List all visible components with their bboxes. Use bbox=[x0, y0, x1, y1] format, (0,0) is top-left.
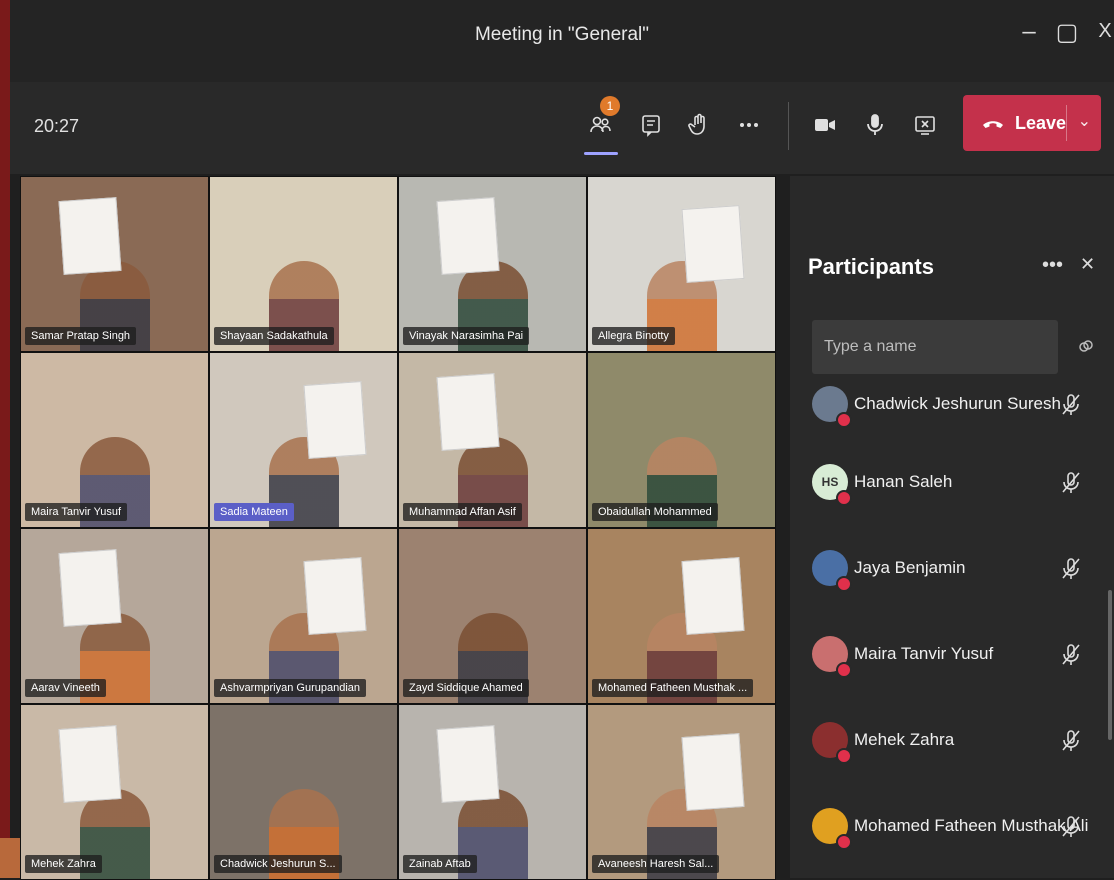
video-tile[interactable]: Aarav Vineeth bbox=[20, 528, 209, 704]
panel-more-icon[interactable]: ••• bbox=[1042, 254, 1063, 277]
mic-muted-icon bbox=[1062, 394, 1080, 415]
mic-muted-icon bbox=[1062, 730, 1080, 751]
held-paper bbox=[58, 197, 122, 275]
video-tile[interactable]: Zainab Aftab bbox=[398, 704, 587, 880]
chat-icon[interactable] bbox=[634, 108, 668, 142]
participant-row[interactable]: Mehek Zahra bbox=[790, 704, 1090, 790]
participant-row[interactable]: Chadwick Jeshurun Suresh bbox=[790, 384, 1090, 446]
participant-list: Chadwick Jeshurun Suresh HS Hanan Saleh Jay… bbox=[790, 384, 1090, 876]
participant-name: Mohamed Fatheen Musthak Ali bbox=[854, 816, 1089, 835]
close-button[interactable]: X bbox=[1090, 20, 1114, 43]
participant-name-tag: Allegra Binotty bbox=[592, 327, 675, 345]
meeting-timer: 20:27 bbox=[34, 116, 80, 136]
meeting-toolbar: 20:27 1 Leave ⌄ bbox=[10, 82, 1114, 174]
held-paper bbox=[58, 725, 122, 803]
share-screen-icon[interactable] bbox=[908, 108, 942, 142]
video-grid: Samar Pratap Singh Shayaan Sadakathula Vin… bbox=[20, 176, 776, 880]
panel-close-icon[interactable]: ✕ bbox=[1080, 254, 1095, 275]
video-tile[interactable]: Allegra Binotty bbox=[587, 176, 776, 352]
held-paper bbox=[303, 381, 367, 459]
leave-label: Leave bbox=[1015, 112, 1067, 133]
held-paper bbox=[58, 549, 122, 627]
chevron-down-icon[interactable]: ⌄ bbox=[1078, 111, 1091, 131]
minimize-button[interactable]: – bbox=[1014, 18, 1044, 46]
video-tile[interactable]: Avaneesh Haresh Sal... bbox=[587, 704, 776, 880]
held-paper bbox=[681, 733, 745, 811]
held-paper bbox=[681, 557, 745, 635]
mic-muted-icon bbox=[1062, 558, 1080, 579]
held-paper bbox=[303, 557, 367, 635]
video-tile[interactable]: Chadwick Jeshurun S... bbox=[209, 704, 398, 880]
participant-name: Mehek Zahra bbox=[854, 730, 955, 749]
participant-name-tag: Zainab Aftab bbox=[403, 855, 477, 873]
window-title: Meeting in "General" bbox=[474, 24, 650, 45]
video-tile[interactable]: Mohamed Fatheen Musthak ... bbox=[587, 528, 776, 704]
leave-divider bbox=[1066, 105, 1067, 141]
video-tile[interactable]: Samar Pratap Singh bbox=[20, 176, 209, 352]
video-tile[interactable]: Zayd Siddique Ahamed bbox=[398, 528, 587, 704]
participant-name-tag: Aarav Vineeth bbox=[25, 679, 106, 697]
presence-status-icon bbox=[836, 576, 852, 592]
presence-status-icon bbox=[836, 412, 852, 428]
held-paper bbox=[436, 197, 500, 275]
participant-name-tag: Obaidullah Mohammed bbox=[592, 503, 718, 521]
video-tile[interactable]: Muhammad Affan Asif bbox=[398, 352, 587, 528]
participant-name-tag: Samar Pratap Singh bbox=[25, 327, 137, 345]
held-paper bbox=[681, 205, 745, 283]
toolbar-divider bbox=[788, 102, 789, 150]
maximize-button[interactable]: ▢ bbox=[1052, 18, 1082, 47]
participant-row[interactable]: HS Hanan Saleh bbox=[790, 446, 1090, 532]
mic-muted-icon bbox=[1062, 644, 1080, 665]
presence-status-icon bbox=[836, 490, 852, 506]
participant-name-tag: Vinayak Narasimha Pai bbox=[403, 327, 530, 345]
participant-name-tag: Shayaan Sadakathula bbox=[214, 327, 334, 345]
participants-panel: Participants ••• ✕ Chadwick Jeshurun Sur… bbox=[790, 176, 1114, 878]
participant-name-tag: Mehek Zahra bbox=[25, 855, 102, 873]
panel-title: Participants bbox=[808, 254, 934, 279]
participant-search-input[interactable] bbox=[812, 320, 1058, 374]
participant-name: Chadwick Jeshurun Suresh bbox=[854, 394, 1061, 413]
presence-status-icon bbox=[836, 662, 852, 678]
video-tile[interactable]: Mehek Zahra bbox=[20, 704, 209, 880]
microphone-icon[interactable] bbox=[858, 108, 892, 142]
mic-muted-icon bbox=[1062, 816, 1080, 837]
raise-hand-icon[interactable] bbox=[682, 108, 716, 142]
share-invite-icon[interactable] bbox=[1076, 336, 1096, 356]
participant-row[interactable]: Jaya Benjamin bbox=[790, 532, 1090, 618]
participant-name-tag: Sadia Mateen bbox=[214, 503, 294, 521]
held-paper bbox=[436, 373, 500, 451]
participant-name-tag: Muhammad Affan Asif bbox=[403, 503, 522, 521]
participant-name-tag: Ashvarmpriyan Gurupandian bbox=[214, 679, 367, 697]
participant-row[interactable]: Maira Tanvir Yusuf bbox=[790, 618, 1090, 704]
participant-name: Maira Tanvir Yusuf bbox=[854, 644, 994, 663]
video-tile[interactable]: Maira Tanvir Yusuf bbox=[20, 352, 209, 528]
mic-muted-icon bbox=[1062, 472, 1080, 493]
more-options-icon[interactable] bbox=[732, 108, 766, 142]
participant-name-tag: Zayd Siddique Ahamed bbox=[403, 679, 529, 697]
camera-icon[interactable] bbox=[808, 108, 842, 142]
video-tile[interactable]: Vinayak Narasimha Pai bbox=[398, 176, 587, 352]
participant-name: Jaya Benjamin bbox=[854, 558, 966, 577]
presence-status-icon bbox=[836, 748, 852, 764]
participant-name-tag: Mohamed Fatheen Musthak ... bbox=[592, 679, 754, 697]
video-tile[interactable]: Obaidullah Mohammed bbox=[587, 352, 776, 528]
participant-name-tag: Avaneesh Haresh Sal... bbox=[592, 855, 720, 873]
phone-icon bbox=[983, 121, 1003, 128]
video-tile[interactable]: Shayaan Sadakathula bbox=[209, 176, 398, 352]
participant-name-tag: Maira Tanvir Yusuf bbox=[25, 503, 128, 521]
title-bar: Meeting in "General" – ▢ X bbox=[10, 0, 1114, 82]
leave-button[interactable]: Leave ⌄ bbox=[963, 95, 1101, 151]
window-left-edge bbox=[0, 0, 10, 878]
participants-badge: 1 bbox=[600, 96, 620, 116]
video-tile[interactable]: Sadia Mateen bbox=[209, 352, 398, 528]
participant-name: Hanan Saleh bbox=[854, 472, 953, 491]
participant-name-tag: Chadwick Jeshurun S... bbox=[214, 855, 342, 873]
panel-scrollbar[interactable] bbox=[1108, 590, 1112, 740]
held-paper bbox=[436, 725, 500, 803]
active-tab-indicator bbox=[584, 152, 618, 155]
participant-row[interactable]: Mohamed Fatheen Musthak Ali bbox=[790, 790, 1090, 876]
video-tile[interactable]: Ashvarmpriyan Gurupandian bbox=[209, 528, 398, 704]
presence-status-icon bbox=[836, 834, 852, 850]
